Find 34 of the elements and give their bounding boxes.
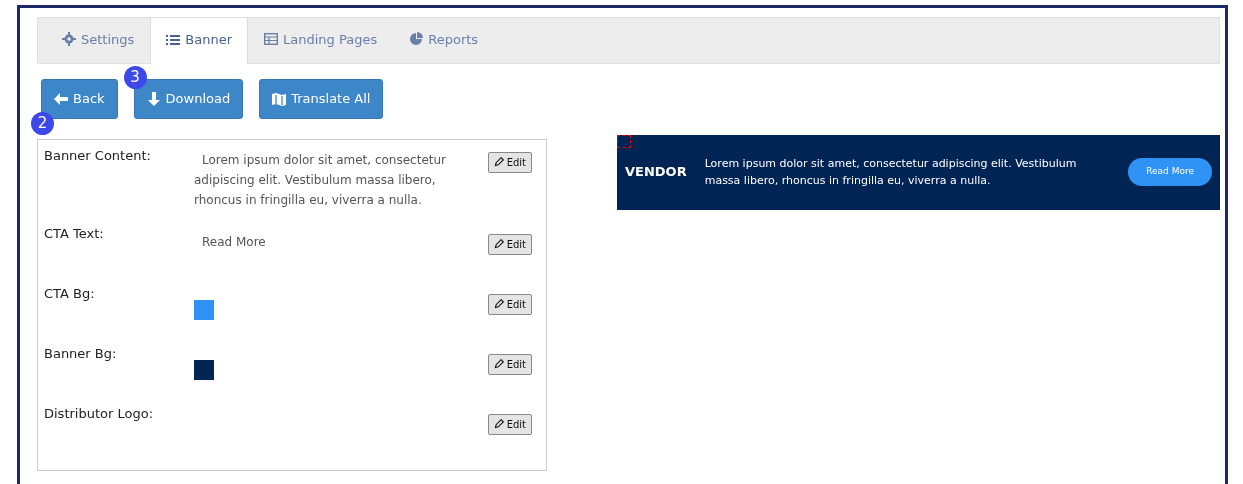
step-badge: 3 bbox=[123, 66, 147, 89]
table-icon bbox=[264, 32, 279, 47]
tab[interactable]: Landing Pages bbox=[248, 16, 394, 63]
tab[interactable]: Settings bbox=[46, 16, 151, 63]
field-label: Banner Bg: bbox=[44, 344, 118, 363]
action-button[interactable]: Translate All bbox=[259, 79, 384, 119]
edit-button[interactable]: Edit bbox=[487, 151, 532, 173]
field-label: Banner Content: bbox=[44, 146, 152, 165]
tab[interactable]: Reports bbox=[393, 16, 495, 63]
field-label: CTA Text: bbox=[44, 224, 105, 243]
banner-logo: VENDOR bbox=[625, 163, 687, 182]
field-value: Read More bbox=[201, 234, 266, 249]
list-icon bbox=[166, 33, 181, 47]
pencil-icon bbox=[493, 359, 504, 369]
edit-button[interactable]: Edit bbox=[487, 293, 532, 315]
pencil-icon bbox=[493, 299, 504, 309]
pencil-icon bbox=[493, 419, 504, 429]
cta-button[interactable]: Read More bbox=[1128, 158, 1212, 186]
pencil-icon bbox=[493, 239, 504, 249]
edit-button[interactable]: Edit bbox=[487, 233, 532, 255]
field-label: CTA Bg: bbox=[44, 284, 96, 303]
edit-button[interactable]: Edit bbox=[487, 353, 532, 375]
left-arrow-icon bbox=[54, 91, 68, 106]
pencil-icon bbox=[493, 157, 504, 167]
edit-button[interactable]: Edit bbox=[487, 413, 532, 435]
banner-text: Lorem ipsum dolor sit amet, consectetur adipiscing elit. Vestibulum massa libero, rhoncus in fringilla eu, viverra a nulla. bbox=[704, 156, 1078, 189]
field-label: Distributor Logo: bbox=[44, 404, 155, 423]
field-value: Lorem ipsum dolor sit amet, consectetur adipiscing elit. Vestibulum massa libero, rhoncus in fringilla eu, viverra a nulla. bbox=[194, 152, 447, 207]
map-icon bbox=[272, 91, 287, 106]
selection-marker bbox=[617, 134, 631, 148]
step-badge: 2 bbox=[31, 111, 54, 135]
pie-chart-icon bbox=[409, 32, 424, 47]
down-arrow-icon bbox=[146, 91, 161, 106]
tab[interactable]: Banner bbox=[150, 17, 249, 64]
